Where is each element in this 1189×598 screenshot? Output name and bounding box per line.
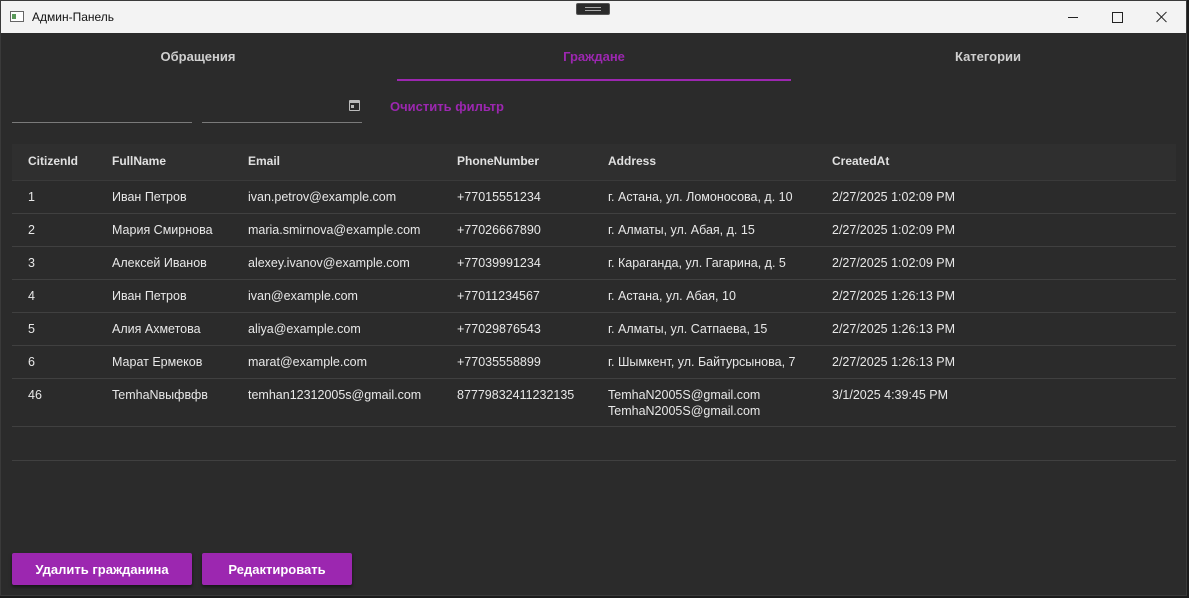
table-cell: 5 bbox=[28, 322, 35, 336]
table-cell: temhan12312005s@gmail.com bbox=[248, 388, 422, 402]
table-cell: +77035558899 bbox=[457, 355, 541, 369]
table-row[interactable]: 6 Марат Ермеков marat@example.com +77035558… bbox=[12, 346, 1176, 379]
table-cell: 3 bbox=[28, 256, 35, 270]
table-cell: г. Астана, ул. Ломоносова, д. 10 bbox=[608, 190, 793, 204]
table-cell: Иван Петров bbox=[112, 190, 187, 204]
edit-button[interactable]: Редактировать bbox=[202, 553, 352, 585]
drag-handle-icon[interactable] bbox=[576, 3, 610, 15]
table-cell: Мария Смирнова bbox=[112, 223, 213, 237]
table-cell: ivan.petrov@example.com bbox=[248, 190, 397, 204]
table-cell: 4 bbox=[28, 289, 35, 303]
tab-citizens[interactable]: Граждане bbox=[397, 33, 791, 81]
table-cell: 46 bbox=[28, 388, 42, 402]
minimize-button[interactable] bbox=[1050, 1, 1096, 33]
table-row[interactable]: 4 Иван Петров ivan@example.com +77011234567… bbox=[12, 280, 1176, 313]
filter-date-picker[interactable] bbox=[202, 89, 362, 123]
minimize-icon bbox=[1068, 16, 1078, 18]
maximize-button[interactable] bbox=[1094, 1, 1140, 33]
column-header[interactable]: CreatedAt bbox=[832, 154, 889, 168]
table-cell: +77026667890 bbox=[457, 223, 541, 237]
table-cell: alexey.ivanov@example.com bbox=[248, 256, 410, 270]
delete-citizen-button[interactable]: Удалить гражданина bbox=[12, 553, 192, 585]
table-body: 1 Иван Петров ivan.petrov@example.com +7701… bbox=[12, 181, 1176, 427]
title-bar[interactable]: Админ-Панель bbox=[1, 1, 1186, 33]
table-cell: 2/27/2025 1:26:13 PM bbox=[832, 322, 956, 336]
table-cell: Алексей Иванов bbox=[112, 256, 207, 270]
table-cell: 2/27/2025 1:26:13 PM bbox=[832, 289, 956, 303]
column-header[interactable]: PhoneNumber bbox=[457, 154, 539, 168]
app-window-icon bbox=[10, 11, 24, 22]
column-header[interactable]: Email bbox=[248, 154, 280, 168]
admin-window: Админ-Панель Обращения Граждане Категори… bbox=[0, 0, 1187, 596]
table-cell: 2 bbox=[28, 223, 35, 237]
table-cell: Алия Ахметова bbox=[112, 322, 201, 336]
tab-requests[interactable]: Обращения bbox=[1, 33, 395, 81]
table-cell: maria.smirnova@example.com bbox=[248, 223, 421, 237]
table-cell: TemhaN2005S@gmail.com TemhaN2005S@gmail.c… bbox=[608, 388, 761, 418]
clear-filter-button[interactable]: Очистить фильтр bbox=[390, 99, 504, 114]
table-header: CitizenId FullName Email PhoneNumber Add… bbox=[12, 144, 1176, 181]
table-cell: г. Шымкент, ул. Байтурсынова, 7 bbox=[608, 355, 796, 369]
table-cell: aliya@example.com bbox=[248, 322, 361, 336]
table-cell: TemhaNвыфвфв bbox=[112, 388, 208, 402]
tab-bar: Обращения Граждане Категории bbox=[1, 33, 1186, 81]
table-cell: +77011234567 bbox=[457, 289, 540, 303]
table-cell: 6 bbox=[28, 355, 35, 369]
close-icon bbox=[1156, 11, 1168, 23]
table-cell: г. Алматы, ул. Абая, д. 15 bbox=[608, 223, 755, 237]
table-cell: г. Астана, ул. Абая, 10 bbox=[608, 289, 736, 303]
window-title: Админ-Панель bbox=[32, 10, 115, 24]
table-cell: +77029876543 bbox=[457, 322, 541, 336]
table-cell: г. Алматы, ул. Сатпаева, 15 bbox=[608, 322, 768, 336]
maximize-icon bbox=[1111, 11, 1123, 23]
table-row[interactable]: 3 Алексей Иванов alexey.ivanov@example.com… bbox=[12, 247, 1176, 280]
table-cell: г. Караганда, ул. Гагарина, д. 5 bbox=[608, 256, 786, 270]
table-row[interactable]: 46 TemhaNвыфвфв temhan12312005s@gmail.com 8… bbox=[12, 379, 1176, 427]
empty-new-row[interactable] bbox=[12, 427, 1176, 461]
table-cell: 87779832411232135 bbox=[457, 388, 575, 402]
table-cell: ivan@example.com bbox=[248, 289, 358, 303]
table-cell: +77039991234 bbox=[457, 256, 541, 270]
table-row[interactable]: 1 Иван Петров ivan.petrov@example.com +7701… bbox=[12, 181, 1176, 214]
table-cell: 2/27/2025 1:02:09 PM bbox=[832, 223, 956, 237]
table-cell: Иван Петров bbox=[112, 289, 187, 303]
tab-categories[interactable]: Категории bbox=[791, 33, 1185, 81]
table-cell: 3/1/2025 4:39:45 PM bbox=[832, 388, 949, 402]
column-header[interactable]: Address bbox=[608, 154, 656, 168]
table-row[interactable]: 5 Алия Ахметова aliya@example.com +77029876… bbox=[12, 313, 1176, 346]
column-header[interactable]: FullName bbox=[112, 154, 166, 168]
table-cell: Марат Ермеков bbox=[112, 355, 203, 369]
calendar-icon[interactable] bbox=[349, 100, 360, 111]
filter-text-input[interactable] bbox=[12, 89, 192, 123]
table-cell: 2/27/2025 1:26:13 PM bbox=[832, 355, 956, 369]
column-header[interactable]: CitizenId bbox=[28, 154, 78, 168]
table-cell: 1 bbox=[28, 190, 35, 204]
table-cell: marat@example.com bbox=[248, 355, 367, 369]
table-cell: +77015551234 bbox=[457, 190, 541, 204]
table-cell: 2/27/2025 1:02:09 PM bbox=[832, 190, 956, 204]
table-cell: 2/27/2025 1:02:09 PM bbox=[832, 256, 956, 270]
citizens-table: CitizenId FullName Email PhoneNumber Add… bbox=[12, 144, 1176, 461]
close-button[interactable] bbox=[1139, 1, 1185, 33]
table-row[interactable]: 2 Мария Смирнова maria.smirnova@example.co… bbox=[12, 214, 1176, 247]
